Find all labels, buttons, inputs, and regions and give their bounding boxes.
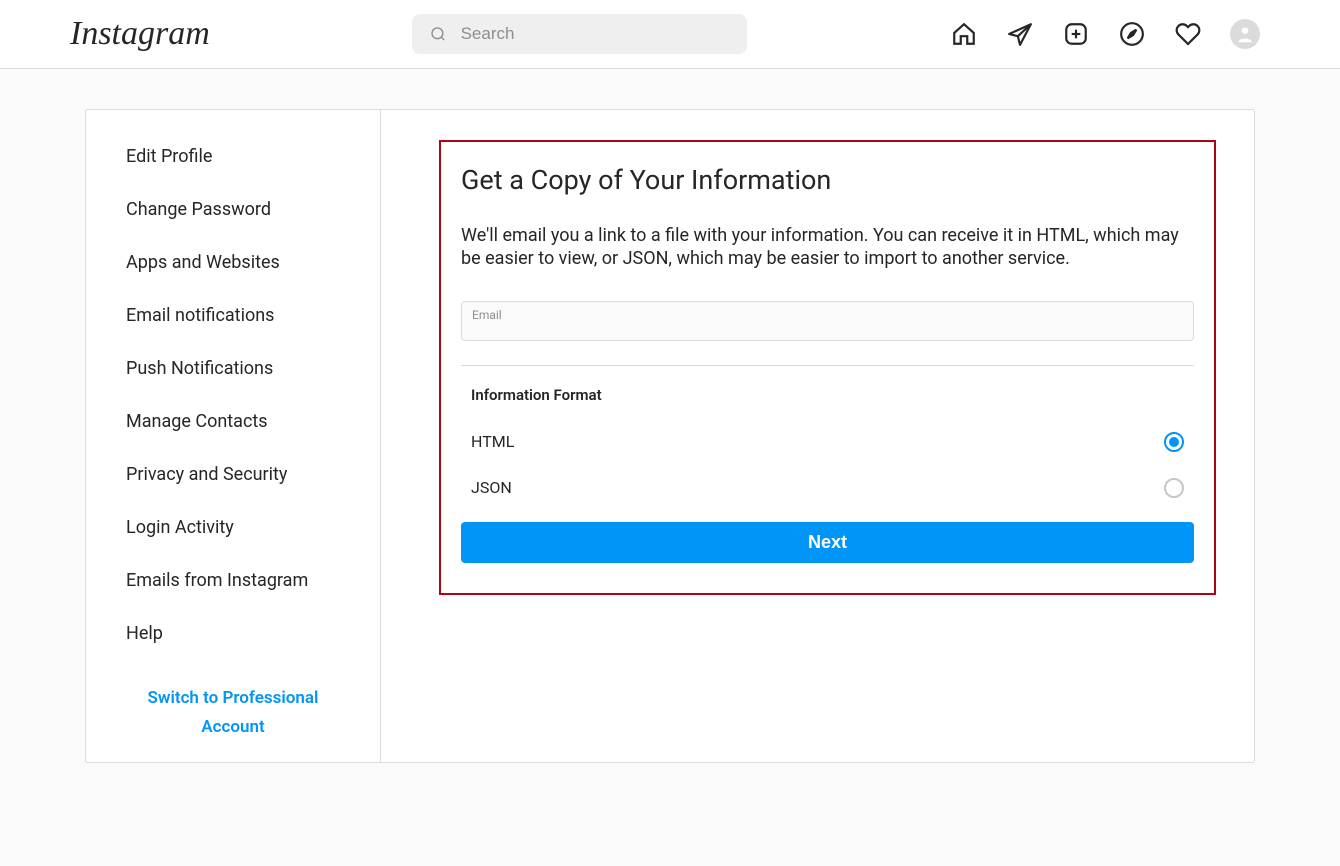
home-icon[interactable] bbox=[950, 20, 978, 48]
page-title: Get a Copy of Your Information bbox=[461, 164, 1194, 196]
settings-main: Get a Copy of Your Information We'll ema… bbox=[381, 110, 1254, 762]
format-option-json-label: JSON bbox=[471, 478, 512, 497]
radio-html[interactable] bbox=[1164, 432, 1184, 452]
messenger-icon[interactable] bbox=[1006, 20, 1034, 48]
radio-json[interactable] bbox=[1164, 478, 1184, 498]
activity-icon[interactable] bbox=[1174, 20, 1202, 48]
sidebar-item-login-activity[interactable]: Login Activity bbox=[86, 501, 380, 554]
new-post-icon[interactable] bbox=[1062, 20, 1090, 48]
sidebar-item-edit-profile[interactable]: Edit Profile bbox=[86, 130, 380, 183]
divider bbox=[461, 365, 1194, 366]
page-description: We'll email you a link to a file with yo… bbox=[461, 224, 1194, 271]
search-box[interactable] bbox=[412, 14, 747, 54]
switch-professional-link[interactable]: Switch to Professional Account bbox=[86, 660, 380, 762]
format-option-html[interactable]: HTML bbox=[461, 424, 1194, 470]
format-option-json[interactable]: JSON bbox=[461, 470, 1194, 516]
format-heading: Information Format bbox=[461, 386, 1194, 404]
email-field[interactable]: Email bbox=[461, 301, 1194, 341]
nav-icons bbox=[950, 19, 1260, 49]
sidebar-item-email-notifications[interactable]: Email notifications bbox=[86, 289, 380, 342]
instagram-logo[interactable]: Instagram bbox=[70, 15, 210, 53]
sidebar-item-push-notifications[interactable]: Push Notifications bbox=[86, 342, 380, 395]
sidebar-item-apps-websites[interactable]: Apps and Websites bbox=[86, 236, 380, 289]
search-input[interactable] bbox=[461, 24, 730, 44]
top-nav: Instagram bbox=[0, 0, 1340, 69]
download-data-section: Get a Copy of Your Information We'll ema… bbox=[439, 140, 1216, 595]
next-button[interactable]: Next bbox=[461, 522, 1194, 563]
sidebar-item-emails-instagram[interactable]: Emails from Instagram bbox=[86, 554, 380, 607]
settings-container: Edit Profile Change Password Apps and We… bbox=[85, 109, 1255, 763]
profile-avatar[interactable] bbox=[1230, 19, 1260, 49]
sidebar-item-help[interactable]: Help bbox=[86, 607, 380, 660]
sidebar-item-manage-contacts[interactable]: Manage Contacts bbox=[86, 395, 380, 448]
settings-sidebar: Edit Profile Change Password Apps and We… bbox=[86, 110, 381, 762]
sidebar-item-privacy-security[interactable]: Privacy and Security bbox=[86, 448, 380, 501]
explore-icon[interactable] bbox=[1118, 20, 1146, 48]
search-icon bbox=[430, 25, 446, 43]
format-option-html-label: HTML bbox=[471, 432, 514, 451]
sidebar-item-change-password[interactable]: Change Password bbox=[86, 183, 380, 236]
email-label: Email bbox=[472, 308, 1183, 322]
